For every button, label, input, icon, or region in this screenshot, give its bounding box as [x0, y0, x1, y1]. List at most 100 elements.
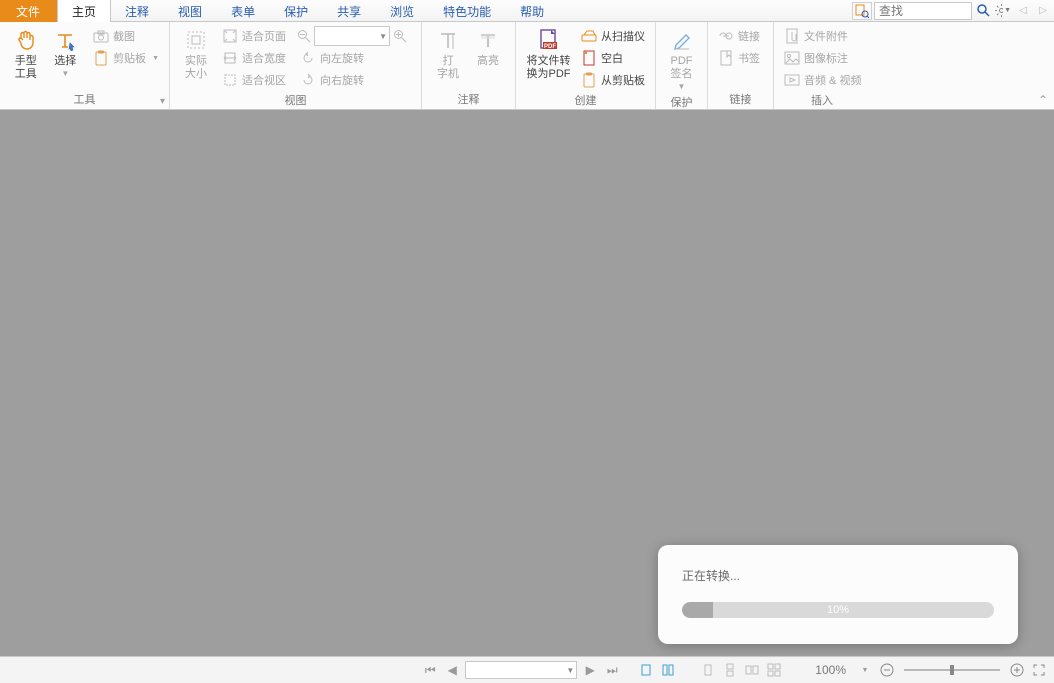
zoom-in-icon[interactable] [392, 28, 408, 44]
zoom-in-icon [1010, 663, 1024, 677]
attachment-button[interactable]: 文件附件 [780, 26, 865, 46]
page-layout-icon [661, 663, 675, 677]
gear-icon [995, 4, 1003, 17]
rotate-left-button[interactable]: 向左旋转 [296, 48, 408, 68]
ribbon-collapse-button[interactable]: ⌃ [1038, 93, 1048, 107]
audio-video-button[interactable]: 音频 & 视频 [780, 70, 865, 90]
next-page-button[interactable]: ▶ [581, 661, 599, 679]
group-view: 实际 大小 适合页面 适合宽度 适合视区 ▼ [170, 22, 422, 109]
facing-page-button[interactable] [743, 661, 761, 679]
clipboard-pdf-icon [581, 72, 597, 88]
fit-width-button[interactable]: 适合宽度 [218, 48, 290, 68]
fullscreen-button[interactable] [1030, 661, 1048, 679]
image-annot-button[interactable]: 图像标注 [780, 48, 865, 68]
hand-icon [14, 28, 38, 52]
view-mode-1-button[interactable] [637, 661, 655, 679]
media-icon [784, 72, 800, 88]
rotate-right-label: 向右旋转 [320, 72, 364, 88]
page-number-combo[interactable]: ▼ [465, 661, 577, 679]
group-links: 链接 书签 链接 [708, 22, 774, 109]
nav-prev-button[interactable]: ◁ [1014, 2, 1032, 20]
typewriter-label: 打 字机 [437, 55, 459, 81]
document-area: 正在转换... 10% [0, 110, 1054, 657]
group-protect: PDF 签名 ▼ 保护 [656, 22, 708, 109]
continuous-page-button[interactable] [721, 661, 739, 679]
fit-page-icon [222, 28, 238, 44]
first-page-icon: ⏮ [425, 663, 436, 678]
rotate-right-button[interactable]: 向右旋转 [296, 70, 408, 90]
pdf-sign-button[interactable]: PDF 签名 ▼ [662, 26, 701, 92]
prev-page-button[interactable]: ◀ [443, 661, 461, 679]
fit-page-button[interactable]: 适合页面 [218, 26, 290, 46]
zoom-in-button[interactable] [1008, 661, 1026, 679]
single-page-button[interactable] [699, 661, 717, 679]
zoom-dropdown-button[interactable]: ▼ [856, 661, 874, 679]
tab-view[interactable]: 视图 [164, 0, 217, 22]
image-annot-label: 图像标注 [804, 50, 848, 66]
group-comment: 打 字机 高亮 注释 [422, 22, 516, 109]
first-page-button[interactable]: ⏮ [421, 661, 439, 679]
continuous-icon [723, 663, 737, 677]
zoom-slider[interactable] [904, 669, 1000, 671]
nav-next-button[interactable]: ▷ [1034, 2, 1052, 20]
group-links-label: 链接 [714, 89, 767, 107]
group-launcher-icon[interactable]: ▾ [160, 96, 165, 107]
hand-tool-button[interactable]: 手型 工具 [6, 26, 46, 83]
tab-browse[interactable]: 浏览 [376, 0, 429, 22]
zoom-slider-thumb[interactable] [950, 665, 954, 675]
screenshot-button[interactable]: 截图 [89, 26, 163, 46]
menu-bar: 文件 主页 注释 视图 表单 保护 共享 浏览 特色功能 帮助 ▼ ◁ ▷ [0, 0, 1054, 22]
hand-tool-label: 手型 工具 [15, 55, 37, 81]
search-go-button[interactable] [974, 2, 992, 20]
link-button[interactable]: 链接 [714, 26, 764, 46]
progress-bar: 10% [682, 602, 994, 618]
zoom-combo[interactable]: ▼ [314, 26, 390, 46]
convert-label: 将文件转 换为PDF [527, 55, 571, 81]
chevron-down-icon: ▼ [379, 32, 387, 41]
progress-text: 10% [682, 602, 994, 618]
link-label: 链接 [738, 28, 760, 44]
bookmark-button[interactable]: 书签 [714, 48, 764, 68]
camera-icon [93, 28, 109, 44]
zoom-out-button[interactable] [878, 661, 896, 679]
settings-button[interactable]: ▼ [994, 2, 1012, 20]
pdf-sign-label: PDF 签名 [671, 55, 693, 81]
select-tool-label: 选择 [54, 55, 76, 68]
clipboard-button[interactable]: 剪贴板 ▼ [89, 48, 163, 68]
fit-visible-label: 适合视区 [242, 72, 286, 88]
tab-form[interactable]: 表单 [217, 0, 270, 22]
tab-comment[interactable]: 注释 [111, 0, 164, 22]
actual-size-label: 实际 大小 [185, 55, 207, 81]
chevron-down-icon: ▼ [566, 666, 574, 675]
blank-page-button[interactable]: 空白 [577, 48, 649, 68]
clipboard-icon [93, 50, 109, 66]
view-mode-2-button[interactable] [659, 661, 677, 679]
typewriter-button[interactable]: 打 字机 [428, 26, 468, 83]
chevron-down-icon: ▼ [862, 667, 869, 674]
from-scanner-button[interactable]: 从扫描仪 [577, 26, 649, 46]
chevron-down-icon: ▼ [61, 71, 69, 77]
attachment-icon [784, 28, 800, 44]
search-input[interactable] [874, 2, 972, 20]
zoom-out-icon[interactable] [296, 28, 312, 44]
fit-visible-button[interactable]: 适合视区 [218, 70, 290, 90]
tab-protect[interactable]: 保护 [270, 0, 323, 22]
rotate-left-label: 向左旋转 [320, 50, 364, 66]
advanced-search-button[interactable] [852, 2, 872, 20]
zoom-out-icon [880, 663, 894, 677]
tab-home[interactable]: 主页 [57, 0, 111, 22]
select-tool-button[interactable]: 选择 ▼ [46, 26, 86, 79]
blank-page-icon [581, 50, 597, 66]
from-clipboard-button[interactable]: 从剪贴板 [577, 70, 649, 90]
fit-width-label: 适合宽度 [242, 50, 286, 66]
actual-size-button[interactable]: 实际 大小 [176, 26, 216, 83]
continuous-facing-button[interactable] [765, 661, 783, 679]
tab-share[interactable]: 共享 [323, 0, 376, 22]
fit-width-icon [222, 50, 238, 66]
tab-help[interactable]: 帮助 [506, 0, 559, 22]
highlight-button[interactable]: 高亮 [468, 26, 508, 70]
tab-file[interactable]: 文件 [0, 0, 57, 22]
convert-to-pdf-button[interactable]: PDF 将文件转 换为PDF [522, 26, 575, 83]
last-page-button[interactable]: ⏭ [603, 661, 621, 679]
tab-feature[interactable]: 特色功能 [429, 0, 506, 22]
